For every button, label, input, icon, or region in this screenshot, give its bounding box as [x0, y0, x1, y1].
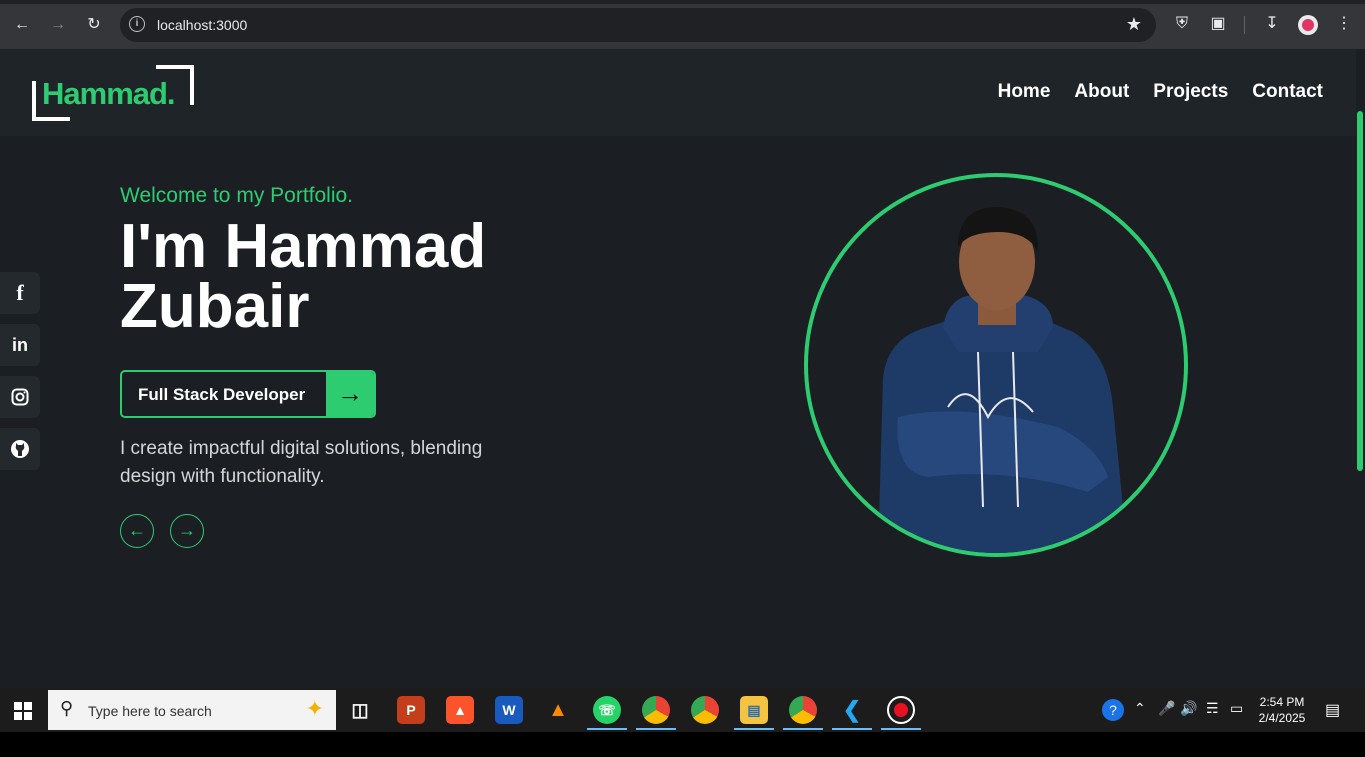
chrome-profile-icon[interactable]	[691, 696, 719, 724]
forward-icon[interactable]: →	[46, 13, 70, 37]
clock-date: 2/4/2025	[1258, 711, 1306, 725]
hero-title: I'm Hammad Zubair	[120, 212, 580, 341]
search-icon: ⚲	[60, 698, 74, 718]
role-button[interactable]: Full Stack Developer →	[120, 370, 376, 418]
explorer-active-indicator	[734, 728, 774, 730]
url-text[interactable]: localhost:3000	[157, 17, 247, 33]
main-menu: Home About Projects Contact	[998, 81, 1323, 103]
github-icon[interactable]	[0, 428, 40, 470]
brave-shield-icon[interactable]: ⛨	[1170, 12, 1194, 36]
arrow-right-icon: →	[326, 372, 374, 416]
battery-icon[interactable]: ▭	[1230, 700, 1243, 717]
powerpoint-icon[interactable]: P	[397, 696, 425, 724]
back-icon[interactable]: ←	[10, 13, 34, 37]
chrome-active-indicator	[636, 728, 676, 730]
screen-bottom-edge	[0, 732, 1365, 757]
menu-kebab-icon[interactable]: ⋮	[1332, 12, 1356, 36]
system-clock[interactable]: 2:54 PM 2/4/2025	[1252, 694, 1312, 726]
windows-taskbar: ⚲ Type here to search ✦ ◫ P ▲ W ▲ ☏ ▤ ❮ …	[0, 688, 1365, 732]
site-logo[interactable]: Hammad.	[32, 65, 194, 121]
site-navbar: Hammad. Home About Projects Contact	[0, 49, 1356, 136]
chrome2-active-indicator	[783, 728, 823, 730]
scrollbar-thumb[interactable]	[1357, 111, 1363, 471]
linkedin-icon[interactable]: in	[0, 324, 40, 366]
task-view-icon[interactable]: ◫	[346, 696, 374, 724]
hero-title-line1: I'm Hammad	[120, 212, 487, 281]
nav-link-home[interactable]: Home	[998, 81, 1051, 103]
page-scrollbar[interactable]	[1356, 49, 1365, 688]
address-bar[interactable]: i localhost:3000 ★	[120, 8, 1156, 42]
hero-title-line2: Zubair	[120, 272, 310, 341]
whatsapp-active-indicator	[587, 728, 627, 730]
microphone-icon[interactable]: 🎤	[1158, 700, 1175, 717]
volume-icon[interactable]: 🔊	[1180, 700, 1197, 717]
chrome-profile-2-icon[interactable]	[789, 696, 817, 724]
bookmark-star-icon[interactable]: ★	[1126, 14, 1142, 35]
help-icon[interactable]: ?	[1102, 699, 1124, 721]
browser-toolbar: ← → ↻ i localhost:3000 ★ ⛨ ▣ ↧ ⋮	[0, 0, 1365, 49]
vlc-icon[interactable]: ▲	[544, 696, 572, 724]
toolbar-divider	[1244, 16, 1245, 34]
facebook-icon[interactable]: f	[0, 272, 40, 314]
extensions-icon[interactable]: ▣	[1206, 12, 1230, 36]
word-icon[interactable]: W	[495, 696, 523, 724]
profile-photo	[804, 173, 1188, 557]
hero-welcome: Welcome to my Portfolio.	[120, 184, 354, 207]
site-info-icon[interactable]: i	[129, 16, 145, 32]
vscode-active-indicator	[832, 728, 872, 730]
chevron-up-icon[interactable]: ⌃	[1134, 700, 1146, 717]
file-explorer-icon[interactable]: ▤	[740, 696, 768, 724]
clock-time: 2:54 PM	[1259, 695, 1305, 709]
tab-strip	[0, 0, 1365, 4]
hero-description: I create impactful digital solutions, bl…	[120, 438, 483, 487]
prev-arrow-button[interactable]: ←	[120, 514, 154, 548]
profile-avatar[interactable]	[1298, 15, 1318, 35]
nav-link-projects[interactable]: Projects	[1153, 81, 1228, 103]
instagram-icon[interactable]	[0, 376, 40, 418]
recorder-active-indicator	[881, 728, 921, 730]
notifications-icon[interactable]: ▤	[1325, 700, 1340, 720]
copilot-sparkle-icon: ✦	[305, 696, 324, 721]
next-arrow-button[interactable]: →	[170, 514, 204, 548]
chrome-icon[interactable]	[642, 696, 670, 724]
taskbar-search-placeholder: Type here to search	[88, 703, 212, 719]
wifi-icon[interactable]: ☴	[1206, 700, 1219, 717]
taskbar-search[interactable]: ⚲ Type here to search ✦	[48, 690, 336, 730]
nav-link-about[interactable]: About	[1074, 81, 1129, 103]
logo-text: Hammad.	[42, 76, 176, 111]
portfolio-page: Hammad. Home About Projects Contact f in…	[0, 49, 1356, 688]
person-illustration	[878, 207, 1128, 553]
brave-browser-icon[interactable]: ▲	[446, 696, 474, 724]
screen-recorder-icon[interactable]	[887, 696, 915, 724]
whatsapp-icon[interactable]: ☏	[593, 696, 621, 724]
role-button-label: Full Stack Developer	[138, 385, 306, 404]
vscode-icon[interactable]: ❮	[838, 696, 866, 724]
nav-link-contact[interactable]: Contact	[1252, 81, 1323, 103]
windows-start-icon[interactable]	[14, 702, 32, 720]
download-icon[interactable]: ↧	[1260, 12, 1284, 36]
reload-icon[interactable]: ↻	[82, 13, 106, 37]
